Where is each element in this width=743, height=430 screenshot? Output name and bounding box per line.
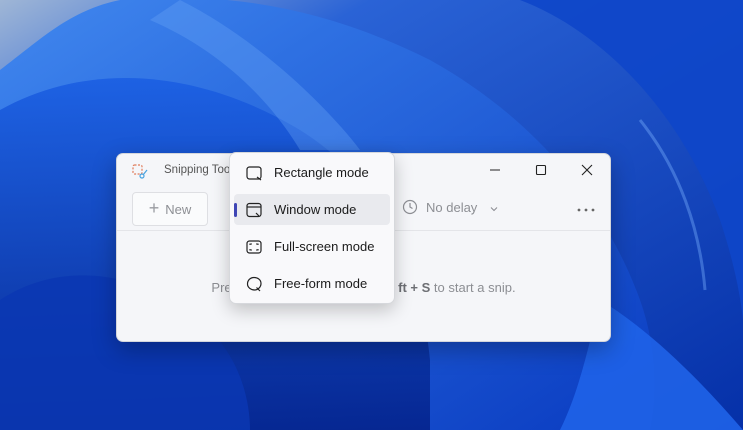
menu-item-rectangle-mode[interactable]: Rectangle mode — [234, 157, 390, 188]
new-label: New — [165, 201, 192, 217]
close-button[interactable] — [564, 154, 610, 186]
more-icon — [577, 208, 595, 212]
menu-item-label: Full-screen mode — [274, 239, 375, 254]
fullscreen-snip-icon — [245, 238, 263, 256]
menu-item-label: Window mode — [274, 202, 357, 217]
hint-suffix: to start a snip. — [430, 280, 516, 295]
selection-indicator — [233, 203, 237, 217]
minimize-icon — [490, 169, 500, 171]
menu-item-fullscreen-mode[interactable]: Full-screen mode — [234, 231, 390, 262]
menu-item-window-mode[interactable]: Window mode — [233, 194, 390, 225]
menu-item-freeform-mode[interactable]: Free-form mode — [234, 268, 390, 299]
close-icon — [581, 164, 593, 176]
delay-dropdown[interactable]: No delay — [402, 199, 499, 215]
new-snip-button[interactable]: + New — [132, 192, 208, 226]
window-title: Snipping Too — [164, 164, 231, 176]
plus-icon: + — [148, 198, 160, 218]
more-options-button[interactable] — [571, 198, 601, 222]
window-snip-icon — [245, 201, 263, 219]
freeform-snip-icon — [245, 275, 263, 293]
maximize-button[interactable] — [518, 154, 564, 186]
delay-label: No delay — [426, 199, 478, 215]
maximize-icon — [535, 164, 547, 176]
minimize-button[interactable] — [472, 154, 518, 186]
chevron-down-icon — [489, 202, 499, 212]
hint-shortcut: ft + S — [398, 280, 431, 295]
snip-mode-menu: Rectangle mode Window mode Full-screen m… — [229, 152, 395, 304]
clock-icon — [402, 199, 418, 215]
rectangle-snip-icon — [245, 164, 263, 182]
menu-item-label: Rectangle mode — [274, 165, 369, 180]
snipping-tool-app-icon — [132, 164, 148, 180]
menu-item-label: Free-form mode — [274, 276, 368, 291]
